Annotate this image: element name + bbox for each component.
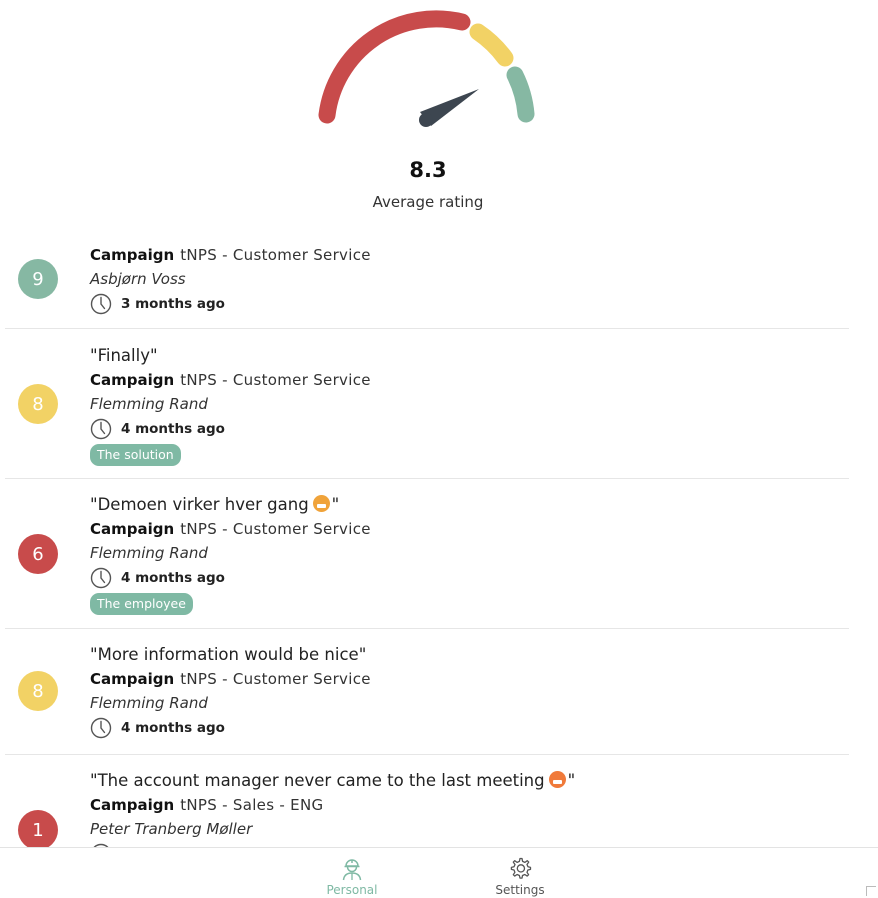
nav-settings-label: Settings (495, 883, 545, 897)
respondent-name: Asbjørn Voss (90, 270, 186, 288)
respondent-name: Peter Tranberg Møller (90, 820, 253, 838)
campaign-label: Campaign (90, 520, 175, 538)
respondent-name: Flemming Rand (90, 694, 208, 712)
gauge-low-segment (318, 10, 471, 124)
bottom-navigation: Personal Settings (0, 847, 878, 898)
grinning-face-emoji-icon (312, 495, 330, 512)
feedback-quote: "Demoen virker hver gang " (90, 493, 849, 517)
campaign-name: tNPS - Sales - ENG (180, 796, 324, 814)
feedback-item[interactable]: 9 Campaign tNPS - Customer Service Asbjør… (5, 230, 849, 329)
app: 8.3 Average rating 9 Campaign tNPS - Cust… (0, 0, 878, 898)
nav-personal-label: Personal (326, 883, 378, 897)
respondent-name: Flemming Rand (90, 544, 208, 562)
nav-settings[interactable]: Settings (475, 856, 565, 897)
topic-tag[interactable]: The solution (90, 444, 181, 466)
rating-gauge-section: 8.3 Average rating (0, 0, 878, 220)
feedback-quote: "More information would be nice" (90, 645, 367, 664)
campaign-label: Campaign (90, 246, 175, 264)
rating-gauge (318, 10, 535, 127)
timestamp-row: 3 months ago (90, 291, 849, 316)
timestamp-row: 4 months ago (90, 715, 849, 740)
campaign-label: Campaign (90, 670, 175, 688)
feedback-item[interactable]: 8 "More information would be nice" Campa… (5, 629, 849, 755)
quote-text: "Demoen virker hver gang (90, 495, 309, 514)
quote-close: " (567, 771, 576, 790)
gear-icon (510, 857, 532, 879)
clock-icon (90, 293, 112, 314)
average-rating-value: 8.3 (409, 158, 447, 182)
campaign-name: tNPS - Customer Service (180, 371, 371, 389)
gauge-mid-segment (469, 23, 514, 67)
feedback-item[interactable]: 8 "Finally" Campaign tNPS - Customer Serv… (5, 329, 849, 479)
score-badge: 8 (18, 384, 58, 424)
campaign-row: Campaign tNPS - Customer Service (90, 667, 849, 691)
time-ago: 4 months ago (121, 569, 225, 586)
resize-handle (866, 886, 876, 896)
campaign-name: tNPS - Customer Service (180, 246, 371, 264)
score-badge: 6 (18, 534, 58, 574)
respondent-name: Flemming Rand (90, 395, 208, 413)
campaign-row: Campaign tNPS - Customer Service (90, 243, 849, 267)
quote-text: "The account manager never came to the l… (90, 771, 545, 790)
campaign-row: Campaign tNPS - Customer Service (90, 517, 849, 541)
gauge-needle-hub (419, 113, 433, 127)
score-badge: 8 (18, 671, 58, 711)
tired-face-emoji-icon (548, 771, 566, 788)
nav-personal[interactable]: Personal (307, 856, 397, 897)
clock-icon (90, 717, 112, 738)
clock-icon (90, 418, 112, 439)
timestamp-row: 4 months ago (90, 416, 849, 441)
score-badge: 9 (18, 259, 58, 299)
worker-icon (342, 859, 362, 881)
campaign-row: Campaign tNPS - Customer Service (90, 368, 849, 392)
average-rating-label: Average rating (372, 193, 484, 211)
time-ago: 4 months ago (121, 420, 225, 437)
campaign-row: Campaign tNPS - Sales - ENG (90, 793, 849, 817)
campaign-name: tNPS - Customer Service (180, 670, 371, 688)
score-badge: 1 (18, 810, 58, 847)
campaign-label: Campaign (90, 371, 175, 389)
feedback-list: 9 Campaign tNPS - Customer Service Asbjør… (5, 230, 849, 847)
time-ago: 4 months ago (121, 719, 225, 736)
clock-icon (90, 567, 112, 588)
campaign-name: tNPS - Customer Service (180, 520, 371, 538)
time-ago: 3 months ago (121, 295, 225, 312)
gauge-high-segment (506, 66, 535, 123)
feedback-item[interactable]: 6 "Demoen virker hver gang " Campaign tNPS… (5, 479, 849, 629)
feedback-quote: "Finally" (90, 346, 158, 365)
quote-close: " (331, 495, 340, 514)
topic-tag[interactable]: The employee (90, 593, 193, 615)
timestamp-row: 4 months ago (90, 565, 849, 590)
campaign-label: Campaign (90, 796, 175, 814)
feedback-item[interactable]: 1 "The account manager never came to the… (5, 755, 849, 847)
feedback-quote: "The account manager never came to the l… (90, 769, 849, 793)
